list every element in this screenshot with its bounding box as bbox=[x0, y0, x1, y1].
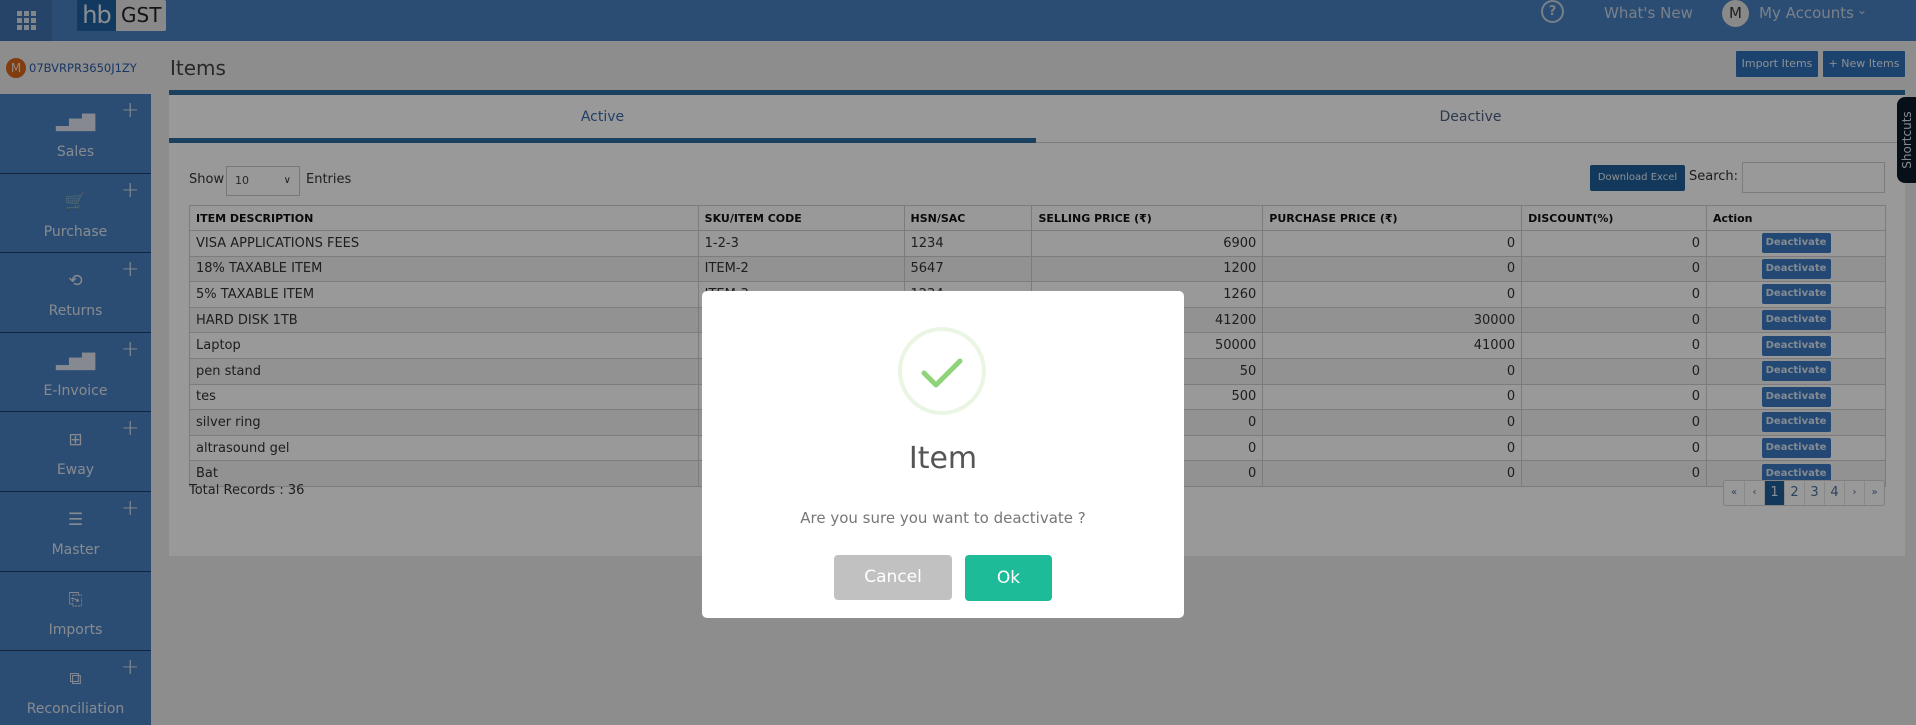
success-check-icon bbox=[898, 327, 986, 415]
ok-button[interactable]: Ok bbox=[965, 555, 1052, 601]
dialog-message: Are you sure you want to deactivate ? bbox=[800, 509, 1086, 527]
cancel-button[interactable]: Cancel bbox=[834, 555, 952, 600]
confirm-dialog: Item Are you sure you want to deactivate… bbox=[702, 291, 1184, 618]
dialog-title: Item bbox=[908, 441, 978, 476]
